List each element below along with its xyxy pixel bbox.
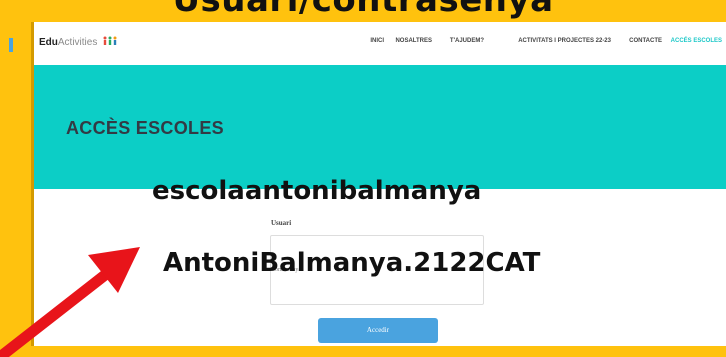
nav-item-inici[interactable]: INICI	[370, 38, 384, 44]
nav-item-tajudem[interactable]: T'AJUDEM?	[450, 38, 484, 44]
bottom-yellow-band	[0, 346, 726, 357]
decorative-dash	[9, 38, 13, 52]
logo-activities-text: Activities	[57, 37, 98, 49]
nav-item-activitats[interactable]: ACTIVITATS I PROJECTES 22-23	[518, 38, 611, 44]
kids-icon	[102, 36, 118, 49]
logo-edu-text: Edu	[39, 37, 58, 49]
site-logo[interactable]: EduActivities	[39, 36, 118, 49]
nav-item-acces-escoles[interactable]: ACCÉS ESCOLES	[671, 38, 722, 44]
slide-title: Usuari/contrasenya	[172, 0, 554, 20]
hero-banner: ACCÈS ESCOLES	[34, 65, 726, 189]
overlay-password: AntoniBalmanya.2122CAT	[163, 248, 541, 278]
page-title: ACCÈS ESCOLES	[66, 118, 224, 138]
overlay-username: escolaantonibalmanya	[152, 176, 482, 206]
top-navigation: EduActivities INICI NOSALTRES T'AJUDEM? …	[34, 22, 726, 62]
nav-item-contacte[interactable]: CONTACTE	[629, 38, 662, 44]
login-button[interactable]: Accedir	[318, 318, 438, 343]
nav-item-nosaltres[interactable]: NOSALTRES	[395, 38, 432, 44]
username-label: Usuari	[271, 219, 292, 227]
